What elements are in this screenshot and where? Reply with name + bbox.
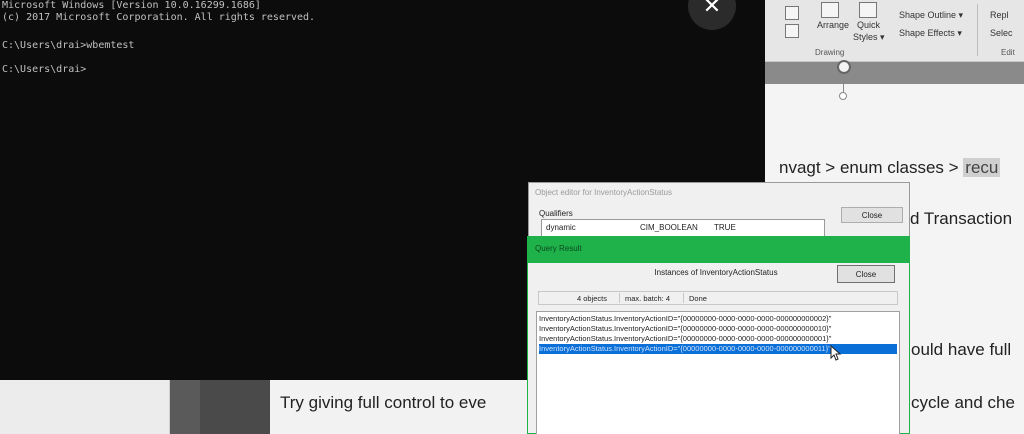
shape-outline-button[interactable]: Shape Outline ▾ bbox=[899, 10, 963, 21]
object-count: 4 objects bbox=[577, 294, 608, 303]
max-batch: max. batch: 4 bbox=[625, 294, 671, 303]
shape-icon[interactable] bbox=[785, 6, 799, 20]
mouse-cursor-icon bbox=[830, 345, 842, 361]
panel-divider-dark bbox=[200, 380, 270, 434]
query-status-bar: 4 objects max. batch: 4 Done bbox=[538, 291, 898, 305]
query-results-list[interactable]: InventoryActionStatus.InventoryActionID=… bbox=[536, 311, 900, 434]
qualifier-value: TRUE bbox=[714, 223, 736, 232]
quick-styles-button-line2[interactable]: Styles ▾ bbox=[853, 32, 885, 43]
quick-styles-button[interactable]: Quick bbox=[857, 20, 880, 30]
query-result-window[interactable]: Query Result Instances of InventoryActio… bbox=[527, 236, 910, 434]
drawing-group-label: Drawing bbox=[815, 48, 845, 57]
cmd-line-3: C:\Users\drai>wbemtest bbox=[2, 40, 135, 51]
result-row-selected[interactable]: InventoryActionStatus.InventoryActionID=… bbox=[539, 344, 897, 354]
slide-text-line-3: ould have full bbox=[911, 340, 1012, 359]
query-result-heading: Instances of InventoryActionStatus bbox=[654, 268, 778, 277]
shape-effects-button[interactable]: Shape Effects ▾ bbox=[899, 28, 962, 39]
slide-text-line-4: cycle and che bbox=[911, 393, 1015, 412]
slide-thumbnail[interactable] bbox=[0, 380, 170, 434]
qualifier-type: CIM_BOOLEAN bbox=[640, 223, 698, 232]
query-result-close-button[interactable]: Close bbox=[837, 265, 895, 283]
cmd-line-prompt[interactable]: C:\Users\drai> bbox=[2, 64, 86, 76]
resize-handle[interactable] bbox=[839, 92, 847, 100]
cmd-line-2: (c) 2017 Microsoft Corporation. All righ… bbox=[2, 12, 316, 23]
query-result-title: Query Result bbox=[535, 244, 582, 253]
select-button[interactable]: Selec bbox=[990, 28, 1013, 38]
status-divider bbox=[619, 293, 620, 303]
object-editor-close-button[interactable]: Close bbox=[841, 207, 903, 223]
query-result-titlebar[interactable]: Query Result bbox=[528, 237, 909, 263]
ribbon: Arrange Quick Styles ▾ Shape Outline ▾ S… bbox=[765, 0, 1024, 62]
rotate-handle-icon[interactable] bbox=[837, 60, 851, 74]
slide-edge bbox=[765, 62, 1024, 84]
handle-connector bbox=[843, 74, 844, 94]
ribbon-separator bbox=[977, 4, 978, 56]
result-row[interactable]: InventoryActionStatus.InventoryActionID=… bbox=[539, 314, 897, 324]
slide-text-line-2: d Transaction bbox=[910, 209, 1013, 228]
result-row[interactable]: InventoryActionStatus.InventoryActionID=… bbox=[539, 324, 897, 334]
slide-bottom-text: Try giving full control to eve bbox=[280, 393, 487, 412]
object-editor-window[interactable]: Object editor for InventoryActionStatus … bbox=[528, 182, 910, 243]
qualifiers-label: Qualifiers bbox=[539, 209, 573, 218]
result-row[interactable]: InventoryActionStatus.InventoryActionID=… bbox=[539, 334, 897, 344]
slide-text-line-1: nvagt > enum classes > recu bbox=[779, 158, 1001, 177]
editing-group-label: Edit bbox=[1001, 48, 1015, 57]
status-divider bbox=[683, 293, 684, 303]
highlighted-text: recu bbox=[963, 158, 1001, 177]
star-icon[interactable] bbox=[785, 24, 799, 38]
quick-styles-icon[interactable] bbox=[859, 2, 877, 18]
object-editor-title: Object editor for InventoryActionStatus bbox=[535, 188, 672, 197]
cmd-line-1: Microsoft Windows [Version 10.0.16299.16… bbox=[2, 0, 261, 11]
close-icon: ✕ bbox=[702, 0, 722, 19]
arrange-button[interactable]: Arrange bbox=[817, 20, 849, 30]
replace-button[interactable]: Repl bbox=[990, 10, 1009, 20]
query-state: Done bbox=[689, 294, 707, 303]
qualifier-name: dynamic bbox=[546, 223, 576, 232]
arrange-icon[interactable] bbox=[821, 2, 839, 18]
